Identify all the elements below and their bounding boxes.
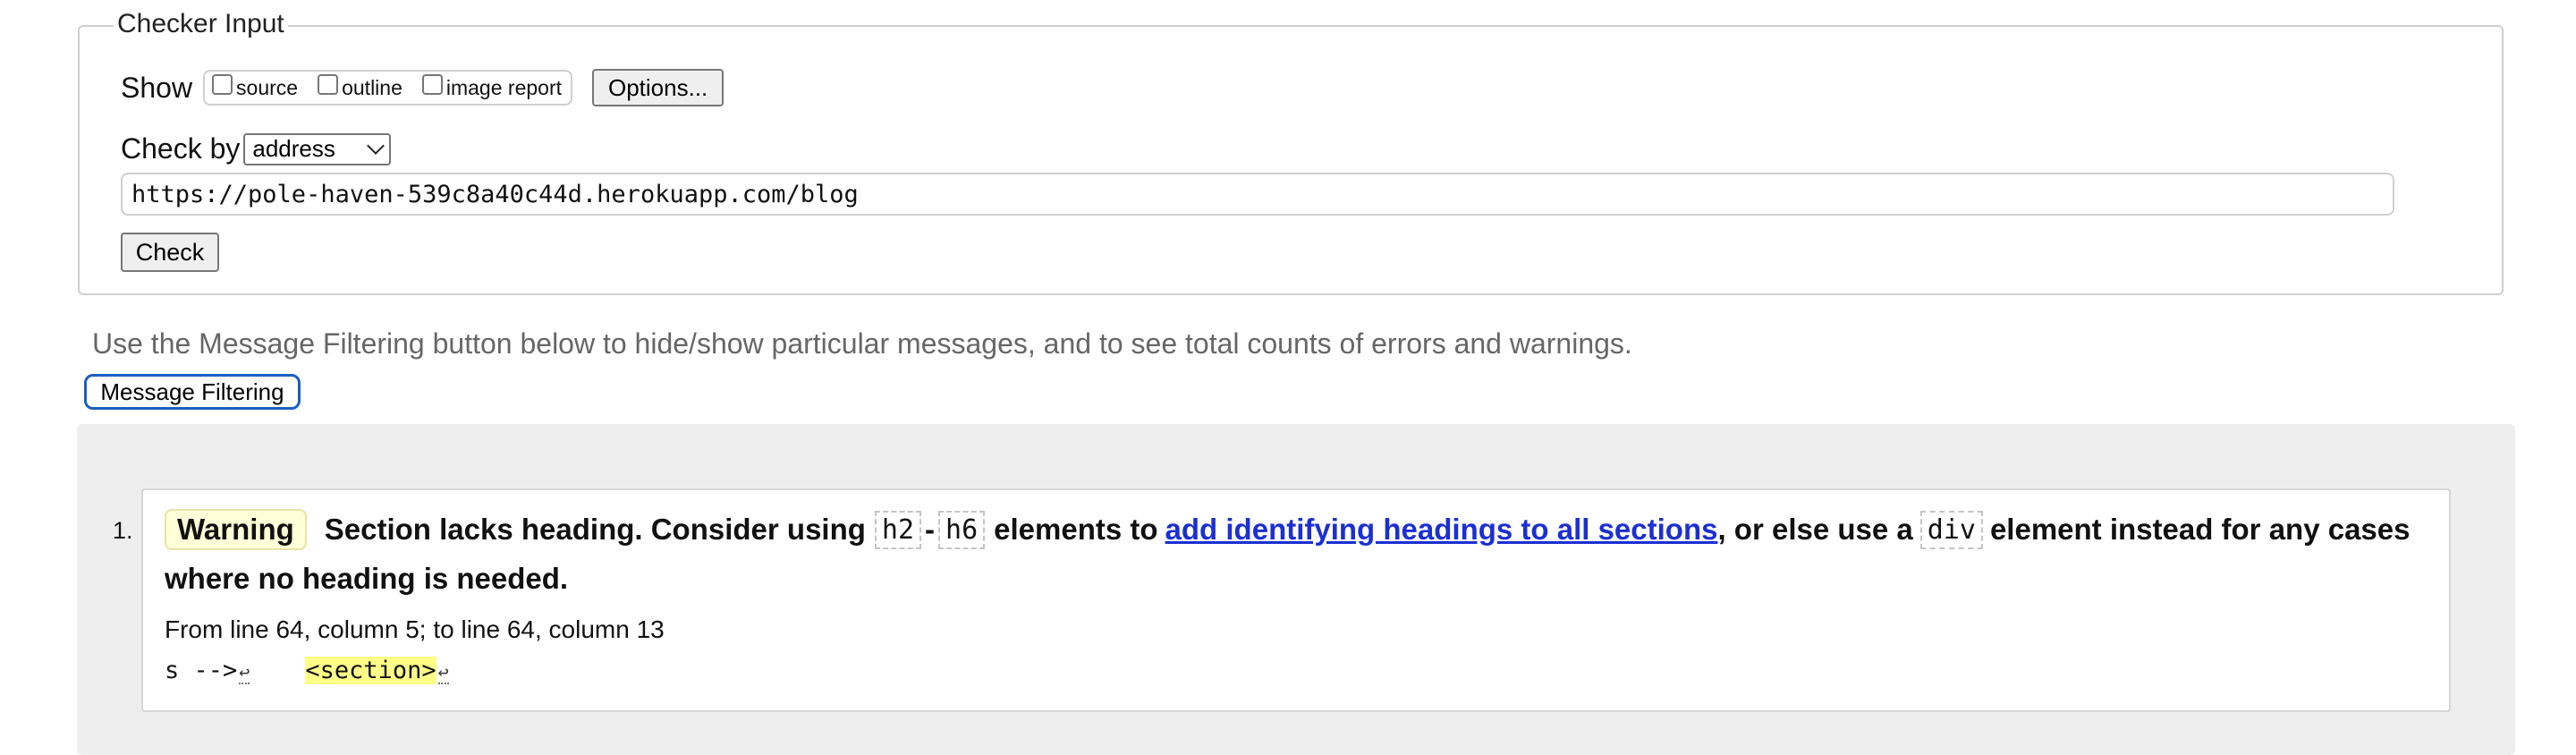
message-filtering-button[interactable]: Message Filtering <box>84 374 301 410</box>
headings-help-link[interactable]: add identifying headings to all sections <box>1165 513 1718 547</box>
extract-highlight: <section> <box>305 657 436 684</box>
check-by-row: Check by address <box>121 132 392 165</box>
message-extract: s --> ↩ <section> ↩ <box>165 657 449 684</box>
url-input[interactable]: https://pole-haven-539c8a40c44d.herokuap… <box>121 173 2394 216</box>
checker-input-fieldset: Checker Input Show source outline image … <box>78 9 2504 295</box>
message-text-line-1: Warning Section lacks heading. Consider … <box>165 506 2411 553</box>
show-source-option[interactable]: source <box>212 73 299 100</box>
check-by-selected-value: address <box>252 135 335 162</box>
code-dash: - <box>925 513 936 546</box>
show-outline-option[interactable]: outline <box>318 73 402 100</box>
message-text-line-2: where no heading is needed. <box>165 562 569 595</box>
code-div: div <box>1919 510 1983 549</box>
return-icon: ↩ <box>239 661 250 684</box>
message-number: 1. <box>113 517 133 544</box>
url-input-value: https://pole-haven-539c8a40c44d.herokuap… <box>131 180 859 208</box>
check-by-select[interactable]: address <box>243 132 392 165</box>
image-report-checkbox[interactable] <box>421 73 443 95</box>
message-text-part-4: element instead for any cases <box>1989 513 2411 546</box>
check-button[interactable]: Check <box>121 233 219 272</box>
message-location: From line 64, column 5; to line 64, colu… <box>165 615 665 643</box>
message-filtering-hint: Use the Message Filtering button below t… <box>92 327 1632 360</box>
show-image-report-option[interactable]: image report <box>421 73 562 100</box>
show-options-group: source outline image report <box>203 70 572 106</box>
checker-input-legend: Checker Input <box>114 9 288 39</box>
outline-checkbox[interactable] <box>318 73 339 95</box>
message-text-part-2: elements to <box>994 513 1158 546</box>
source-checkbox[interactable] <box>212 73 233 95</box>
code-h6: h6 <box>938 510 986 549</box>
message-text-part-1: Section lacks heading. Consider using <box>324 513 866 546</box>
show-row: Show source outline image report Options… <box>121 68 724 107</box>
code-h2: h2 <box>874 510 922 549</box>
results-panel: 1. Warning Section lacks heading. Consid… <box>77 424 2515 755</box>
check-by-label: Check by <box>121 132 241 165</box>
chevron-down-icon <box>367 136 386 155</box>
options-button[interactable]: Options... <box>592 69 724 106</box>
image-report-checkbox-label: image report <box>445 75 562 99</box>
return-icon: ↩ <box>437 661 449 684</box>
message-item: Warning Section lacks heading. Consider … <box>141 488 2451 712</box>
outline-checkbox-label: outline <box>342 75 402 99</box>
extract-before: s --> <box>165 657 238 684</box>
source-checkbox-label: source <box>236 75 299 99</box>
message-text-part-3: , or else use a <box>1717 513 1913 546</box>
warning-badge: Warning <box>165 509 307 550</box>
show-label: Show <box>121 71 193 104</box>
